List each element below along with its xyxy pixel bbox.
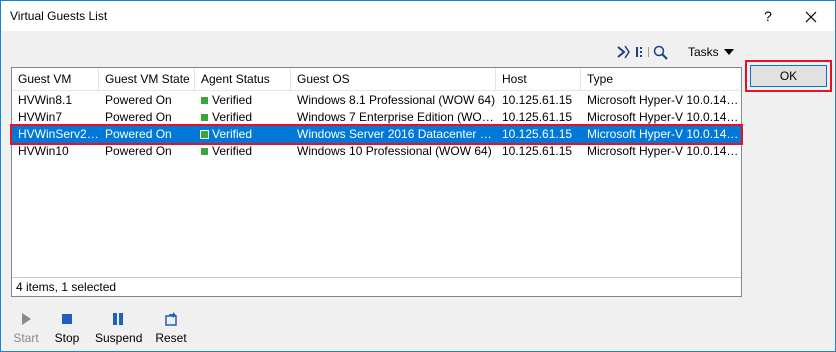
cell-guest-os: Windows 10 Professional (WOW 64) (297, 144, 492, 158)
cell-guest-os: Windows 8.1 Professional (WOW 64) (297, 93, 496, 107)
cell-guest-vm: HVWin7 (18, 110, 63, 124)
cell-type: Microsoft Hyper-V 10.0.143... (587, 144, 741, 158)
table-row-selected[interactable]: HVWinServ2016 Powered On Verified Window… (10, 124, 743, 145)
play-icon (22, 313, 31, 325)
cell-type: Microsoft Hyper-V 10.0.143... (587, 93, 741, 107)
pause-icon (113, 313, 123, 325)
cell-agent-status: Verified (195, 126, 291, 143)
cell-type: Microsoft Hyper-V 10.0.143... (587, 110, 741, 124)
status-verified-icon (201, 114, 208, 121)
ok-highlight: OK (745, 60, 832, 92)
cell-agent-status: Verified (195, 92, 291, 109)
toolbar-separator (648, 47, 649, 57)
search-icon[interactable] (653, 45, 668, 60)
cell-guest-vm: HVWin10 (18, 144, 69, 158)
status-verified-icon (201, 97, 208, 104)
table-row[interactable]: HVWin7 Powered On Verified Windows 7 Ent… (12, 109, 741, 126)
column-header-guest-os[interactable]: Guest OS (291, 68, 496, 91)
cell-guest-vm: HVWin8.1 (18, 93, 73, 107)
suspend-label: Suspend (95, 331, 143, 345)
status-verified-icon (201, 148, 208, 155)
table-row[interactable]: HVWin8.1 Powered On Verified Windows 8.1… (12, 92, 741, 109)
columns-icon[interactable] (636, 47, 642, 57)
cell-agent-status: Verified (195, 109, 291, 126)
start-label: Start (13, 331, 39, 345)
tasks-label: Tasks (688, 45, 719, 59)
help-button[interactable]: ? (757, 5, 779, 27)
cell-agent-status: Verified (195, 143, 291, 160)
virtual-guests-table[interactable]: Guest VM Guest VM State Agent Status Gue… (10, 67, 743, 297)
view-toolbar (615, 43, 677, 61)
expand-icon[interactable] (617, 45, 630, 59)
cell-guest-os: Windows 7 Enterprise Edition (WOW 64) (297, 110, 496, 124)
cell-vm-state: Powered On (105, 93, 172, 107)
virtual-guests-dialog: Virtual Guests List ? Tasks Guest VM Gue… (0, 0, 836, 352)
close-icon (805, 11, 817, 23)
cell-host: 10.125.61.15 (502, 110, 573, 124)
window-title: Virtual Guests List (10, 9, 108, 23)
reset-label: Reset (155, 331, 187, 345)
stop-icon (62, 314, 72, 324)
stop-label: Stop (54, 331, 80, 345)
close-button[interactable] (799, 5, 823, 27)
cell-guest-vm: HVWinServ2016 (18, 127, 99, 141)
table-row[interactable]: HVWin10 Powered On Verified Windows 10 P… (12, 143, 741, 160)
reset-icon (165, 312, 177, 326)
tasks-dropdown[interactable]: Tasks (684, 41, 738, 63)
column-header-agent-status[interactable]: Agent Status (195, 68, 291, 91)
table-header: Guest VM Guest VM State Agent Status Gue… (12, 68, 741, 91)
cell-vm-state: Powered On (105, 110, 172, 124)
cell-host: 10.125.61.15 (502, 93, 573, 107)
chevron-down-icon (724, 49, 734, 55)
start-button[interactable]: Start (11, 311, 41, 345)
reset-button[interactable]: Reset (154, 311, 188, 345)
cell-host: 10.125.61.15 (502, 144, 573, 158)
column-header-host[interactable]: Host (496, 68, 581, 91)
stop-button[interactable]: Stop (53, 311, 81, 345)
cell-host: 10.125.61.15 (502, 127, 573, 141)
column-header-type[interactable]: Type (581, 68, 741, 91)
suspend-button[interactable]: Suspend (95, 311, 143, 345)
cell-type: Microsoft Hyper-V 10.0.143... (587, 127, 741, 141)
cell-vm-state: Powered On (105, 127, 172, 141)
title-bar: Virtual Guests List ? (1, 1, 835, 31)
cell-vm-state: Powered On (105, 144, 172, 158)
column-header-guest-vm-state[interactable]: Guest VM State (99, 68, 195, 91)
status-bar: 4 items, 1 selected (12, 277, 741, 296)
ok-button[interactable]: OK (750, 65, 827, 87)
cell-guest-os: Windows Server 2016 Datacenter Edi... (297, 127, 496, 141)
column-header-guest-vm[interactable]: Guest VM (12, 68, 99, 91)
status-verified-icon (201, 131, 208, 138)
